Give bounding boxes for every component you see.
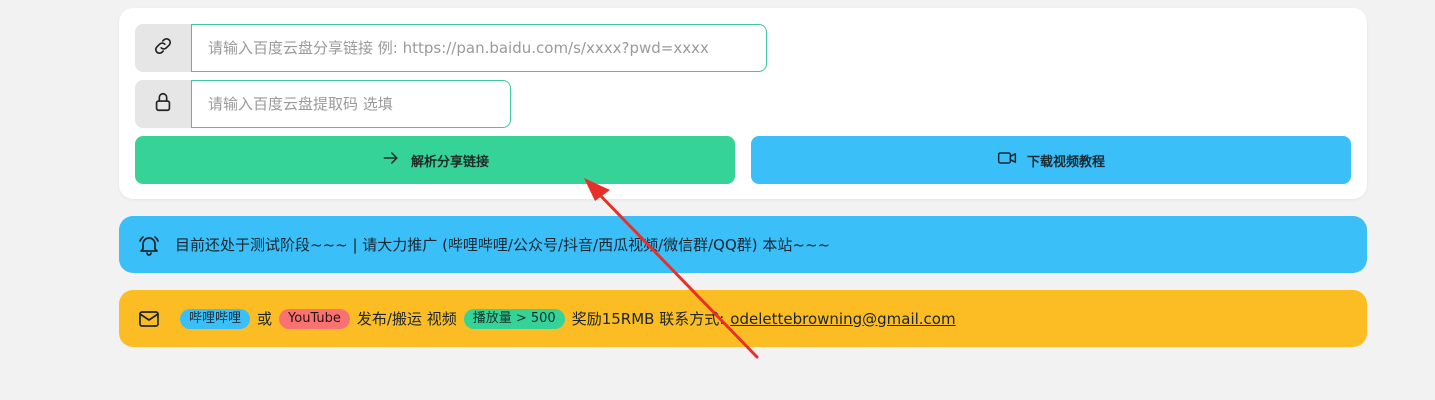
extract-code-row [135,80,511,128]
lock-icon [152,91,174,117]
share-link-input[interactable] [191,24,767,72]
or-text: 或 [257,310,273,328]
lock-addon [135,80,191,128]
download-tutorial-button[interactable]: 下载视频教程 [751,136,1351,184]
mail-icon [137,307,161,331]
video-camera-icon [997,148,1017,172]
publish-text: 发布/搬运 视频 [356,310,457,328]
promotion-notice: 哔哩哔哩 或 YouTube 发布/搬运 视频 播放量 > 500 奖励15RM… [119,290,1367,347]
parse-form-card: 解析分享链接 下载视频教程 [119,8,1367,199]
test-stage-text: 目前还处于测试阶段~~~ | 请大力推广 (哔哩哔哩/公众号/抖音/西瓜视频/微… [175,236,831,254]
parse-link-button[interactable]: 解析分享链接 [135,136,735,184]
contact-email-link[interactable]: odelettebrowning@gmail.com [730,310,955,328]
link-addon [135,24,191,72]
extract-code-input[interactable] [191,80,511,128]
arrow-right-icon [381,148,401,172]
bilibili-badge: 哔哩哔哩 [180,308,251,329]
bell-icon [137,233,161,257]
reward-text: 奖励15RMB 联系方式: [571,310,725,328]
share-link-row [135,24,767,72]
youtube-badge: YouTube [279,308,350,329]
views-badge: 播放量 > 500 [463,308,565,329]
parse-link-label: 解析分享链接 [410,154,489,170]
test-stage-notice: 目前还处于测试阶段~~~ | 请大力推广 (哔哩哔哩/公众号/抖音/西瓜视频/微… [119,216,1367,273]
download-tutorial-label: 下载视频教程 [1026,154,1105,170]
link-icon [152,35,174,61]
